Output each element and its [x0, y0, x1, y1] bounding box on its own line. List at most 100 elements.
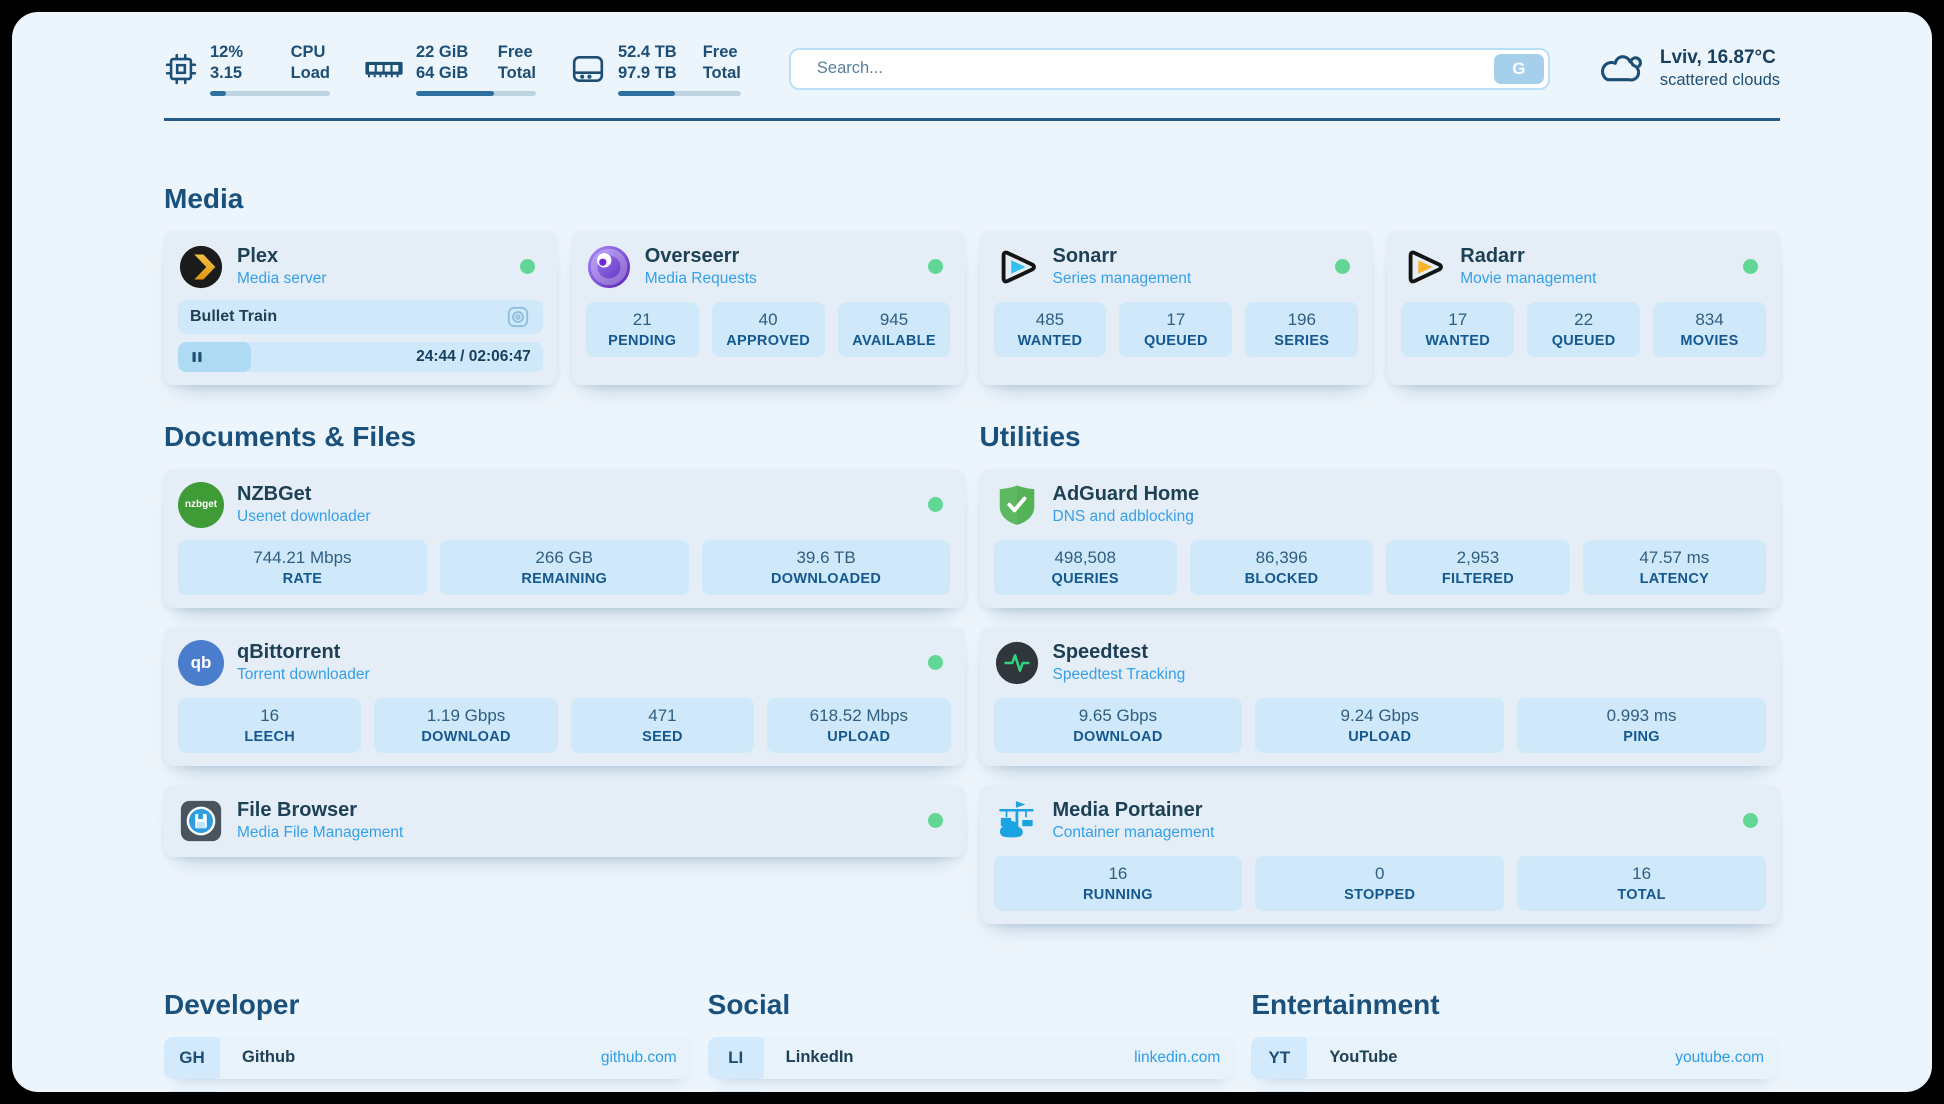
- link-abbr-badge: LI: [708, 1037, 764, 1079]
- stat-box: 21PENDING: [586, 302, 699, 357]
- link-abbr-badge: NF: [1251, 1091, 1307, 1092]
- service-title: qBittorrent: [237, 641, 370, 664]
- filebrowser-icon: [178, 798, 224, 844]
- link-row-stackoverflow[interactable]: SO StackOverflow stackoverflow.com: [164, 1091, 693, 1092]
- playback-progressbar[interactable]: 24:44 / 02:06:47: [178, 342, 543, 372]
- stat-box: 9.65 GbpsDOWNLOAD: [994, 698, 1243, 753]
- service-title: AdGuard Home: [1053, 483, 1200, 506]
- status-dot: [1743, 259, 1758, 274]
- google-search-button[interactable]: G: [1494, 54, 1544, 84]
- qbittorrent-icon: qb: [178, 640, 224, 686]
- service-subtitle: Media File Management: [237, 824, 403, 842]
- now-playing-title: Bullet Train: [190, 308, 277, 326]
- storage-icon: [570, 53, 606, 85]
- link-abbr-badge: TW: [708, 1091, 764, 1092]
- cpu-label: CPU: [291, 42, 330, 63]
- sonarr-icon: [994, 244, 1040, 290]
- service-subtitle: Series management: [1053, 270, 1192, 288]
- link-row-github[interactable]: GH Github github.com: [164, 1037, 693, 1079]
- stat-box: 17QUEUED: [1119, 302, 1232, 357]
- link-name: Github: [242, 1048, 295, 1067]
- weather-location: Lviv, 16.87°C: [1660, 47, 1780, 69]
- link-row-youtube[interactable]: YT YouTube youtube.com: [1251, 1037, 1780, 1079]
- storage-total-label: Total: [703, 63, 741, 84]
- link-name: LinkedIn: [786, 1048, 854, 1067]
- card-overseerr[interactable]: Overseerr Media Requests 21PENDING 40APP…: [572, 231, 965, 385]
- service-subtitle: DNS and adblocking: [1053, 508, 1200, 526]
- pause-button[interactable]: [190, 350, 204, 364]
- stat-box: 618.52 MbpsUPLOAD: [767, 698, 950, 753]
- storage-progressbar: [618, 91, 741, 96]
- link-name: YouTube: [1329, 1048, 1397, 1067]
- section-title-documents: Documents & Files: [164, 421, 965, 453]
- status-dot: [928, 497, 943, 512]
- link-abbr-badge: SO: [164, 1091, 220, 1092]
- service-title: Plex: [237, 245, 327, 268]
- stat-box: 40APPROVED: [712, 302, 825, 357]
- now-playing-row: Bullet Train: [178, 300, 543, 334]
- memory-stat: 22 GiB64 GiB FreeTotal: [364, 42, 536, 96]
- memory-progressbar: [416, 91, 536, 96]
- link-row-netflix[interactable]: NF Netflix netflix.com: [1251, 1091, 1780, 1092]
- link-abbr-badge: GH: [164, 1037, 220, 1079]
- service-title: Speedtest: [1053, 641, 1186, 664]
- storage-total-value: 97.9 TB: [618, 63, 677, 84]
- camera-lens-icon[interactable]: [505, 304, 531, 330]
- card-sonarr[interactable]: Sonarr Series management 485WANTED 17QUE…: [980, 231, 1373, 385]
- header-divider: [164, 118, 1780, 121]
- status-dot: [520, 259, 535, 274]
- stat-box: 2,953FILTERED: [1386, 540, 1569, 595]
- cpu-icon: [164, 52, 198, 86]
- weather-widget: Lviv, 16.87°C scattered clouds: [1594, 47, 1780, 90]
- status-dot: [1335, 259, 1350, 274]
- status-dot: [928, 655, 943, 670]
- link-row-linkedin[interactable]: LI LinkedIn linkedin.com: [708, 1037, 1237, 1079]
- card-adguard[interactable]: AdGuard Home DNS and adblocking 498,508Q…: [980, 469, 1781, 608]
- stat-box: 86,396BLOCKED: [1190, 540, 1373, 595]
- radarr-icon: [1401, 244, 1447, 290]
- section-utilities: Utilities AdGuard Home DNS and adblockin…: [980, 421, 1781, 943]
- status-dot: [928, 813, 943, 828]
- playback-time: 24:44 / 02:06:47: [416, 348, 531, 366]
- card-filebrowser[interactable]: File Browser Media File Management: [164, 785, 965, 857]
- memory-total-value: 64 GiB: [416, 63, 468, 84]
- stat-box: 17WANTED: [1401, 302, 1514, 357]
- section-title-developer: Developer: [164, 989, 693, 1021]
- nzbget-icon: nzbget: [178, 482, 224, 528]
- card-portainer[interactable]: Media Portainer Container management 16R…: [980, 785, 1781, 924]
- service-subtitle: Usenet downloader: [237, 508, 371, 526]
- portainer-icon: [994, 798, 1040, 844]
- service-subtitle: Speedtest Tracking: [1053, 666, 1186, 684]
- storage-free-label: Free: [703, 42, 741, 63]
- search-box: G: [789, 48, 1550, 90]
- stat-box: 196SERIES: [1245, 302, 1358, 357]
- search-input[interactable]: [791, 59, 1548, 78]
- card-nzbget[interactable]: nzbget NZBGet Usenet downloader 744.21 M…: [164, 469, 965, 608]
- stat-box: 744.21 MbpsRATE: [178, 540, 427, 595]
- stat-box: 16RUNNING: [994, 856, 1243, 911]
- link-abbr-badge: YT: [1251, 1037, 1307, 1079]
- stat-box: 47.57 msLATENCY: [1583, 540, 1766, 595]
- cloud-icon: [1594, 49, 1646, 89]
- card-speedtest[interactable]: Speedtest Speedtest Tracking 9.65 GbpsDO…: [980, 627, 1781, 766]
- memory-icon: [364, 54, 404, 84]
- top-bar: 12%3.15 CPULoad 22 GiB64 GiB FreeTot: [164, 42, 1780, 96]
- stat-box: 9.24 GbpsUPLOAD: [1255, 698, 1504, 753]
- stat-box: 0.993 msPING: [1517, 698, 1766, 753]
- link-url: youtube.com: [1675, 1049, 1764, 1067]
- service-subtitle: Container management: [1053, 824, 1215, 842]
- plex-icon: [178, 244, 224, 290]
- service-subtitle: Media Requests: [645, 270, 757, 288]
- section-title-utilities: Utilities: [980, 421, 1781, 453]
- link-row-twitter[interactable]: TW Twitter twitter.com: [708, 1091, 1237, 1092]
- stat-box: 1.19 GbpsDOWNLOAD: [374, 698, 557, 753]
- status-dot: [1743, 813, 1758, 828]
- card-radarr[interactable]: Radarr Movie management 17WANTED 22QUEUE…: [1387, 231, 1780, 385]
- overseerr-icon: [586, 244, 632, 290]
- section-entertainment: Entertainment YT YouTube youtube.com NF …: [1251, 989, 1780, 1092]
- card-plex[interactable]: Plex Media server Bullet Train: [164, 231, 557, 385]
- memory-free-value: 22 GiB: [416, 42, 468, 63]
- service-title: Radarr: [1460, 245, 1596, 268]
- card-qbittorrent[interactable]: qb qBittorrent Torrent downloader 16LEEC…: [164, 627, 965, 766]
- dashboard-panel: 12%3.15 CPULoad 22 GiB64 GiB FreeTot: [12, 12, 1932, 1092]
